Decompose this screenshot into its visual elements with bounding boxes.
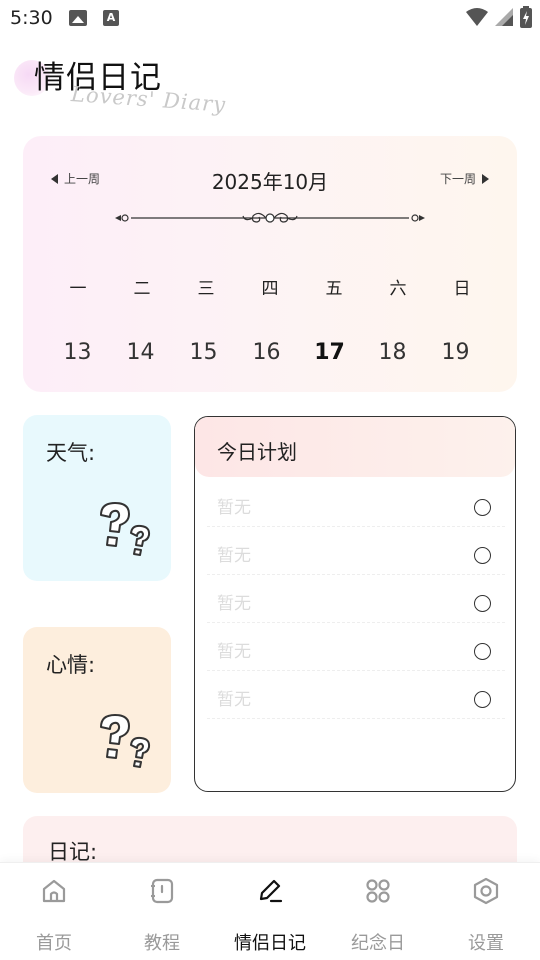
plan-item[interactable]: 暂无 [207,527,505,575]
nav-item-couple-diary[interactable]: 情侣日记 [216,863,324,960]
plan-item-text: 暂无 [217,594,251,614]
wifi-icon [466,8,488,26]
nav-label: 纪念日 [351,933,405,954]
plan-item[interactable]: 暂无 [207,479,505,527]
weather-card[interactable]: 天气: [23,415,171,581]
weekday-label: 二 [133,279,151,299]
calendar-day[interactable]: 13 [46,340,109,365]
nav-item-home[interactable]: 首页 [0,863,108,960]
calendar-days: 13 14 15 16 17 18 19 [46,340,496,365]
arrow-right-icon [482,173,489,184]
edit-icon [259,879,283,903]
question-marks-icon [100,502,151,556]
nav-label: 设置 [468,933,504,954]
plan-item-text: 暂无 [217,498,251,518]
calendar-day[interactable]: 16 [235,340,298,365]
mood-label: 心情: [46,653,96,677]
plan-checkbox[interactable] [474,499,491,516]
mood-card[interactable]: 心情: [23,627,171,793]
status-indicators [466,6,532,28]
app-header: 情侣日记 Lovers' Diary [14,48,274,120]
status-time: 5:30 [10,7,53,29]
weekday-label: 六 [389,279,407,299]
weather-label: 天气: [46,441,96,465]
weekday-label: 五 [325,279,343,299]
nav-item-settings[interactable]: 设置 [432,863,540,960]
grid-icon [366,879,390,903]
status-bar: 5:30 A [0,0,540,36]
plan-item-text: 暂无 [217,690,251,710]
today-plan-header: 今日计划 [195,417,515,477]
calendar-day[interactable]: 15 [172,340,235,365]
settings-icon [473,877,499,905]
plan-item[interactable]: 暂无 [207,575,505,623]
nav-label: 首页 [36,933,72,954]
bottom-navigation: 首页 教程 情侣日记 纪念日 设置 [0,862,540,960]
page-subtitle: Lovers' Diary [70,82,227,117]
today-plan-title: 今日计划 [217,440,297,464]
nav-label: 教程 [144,933,180,954]
book-icon [151,878,174,904]
plan-checkbox[interactable] [474,691,491,708]
ornament-divider-icon [115,212,425,223]
plan-checkbox[interactable] [474,547,491,564]
calendar-day[interactable]: 19 [424,340,487,365]
plan-item-text: 暂无 [217,546,251,566]
week-calendar: 上一周 2025年10月 下一周 一 二 三 四 五 六 日 13 14 15 … [23,136,517,392]
home-icon [42,879,66,903]
weekday-label: 日 [453,279,471,299]
weekday-label: 四 [261,279,279,299]
calendar-day[interactable]: 18 [361,340,424,365]
plan-item[interactable]: 暂无 [207,671,505,719]
nav-label: 情侣日记 [234,933,306,954]
nav-item-tutorial[interactable]: 教程 [108,863,216,960]
plan-checkbox[interactable] [474,643,491,660]
weekday-label: 三 [197,279,215,299]
calendar-weekdays: 一 二 三 四 五 六 日 [46,274,496,299]
next-week-button[interactable]: 下一周 [440,170,489,187]
signal-icon [495,8,513,26]
app-notification-icon: A [103,10,119,26]
plan-item-text: 暂无 [217,642,251,662]
question-marks-icon [100,714,151,768]
calendar-day-today[interactable]: 17 [298,340,361,365]
calendar-day[interactable]: 14 [109,340,172,365]
plan-item[interactable]: 暂无 [207,623,505,671]
plan-list: 暂无 暂无 暂无 暂无 暂无 [207,479,505,719]
battery-icon [520,6,532,28]
nav-item-anniversary[interactable]: 纪念日 [324,863,432,960]
today-plan-card: 今日计划 暂无 暂无 暂无 暂无 暂无 [194,416,516,792]
plan-checkbox[interactable] [474,595,491,612]
next-week-label: 下一周 [439,172,476,186]
gallery-notification-icon [69,10,87,26]
weekday-label: 一 [69,279,87,299]
